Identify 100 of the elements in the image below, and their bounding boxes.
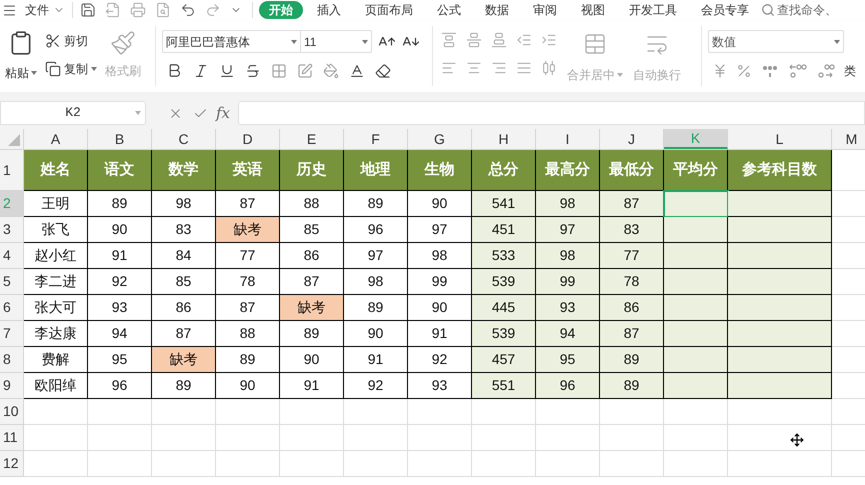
italic-icon[interactable] [193,62,209,78]
table-cell: 89 [88,191,152,217]
table-cell: 张大可 [24,295,88,321]
row-header[interactable]: 3 [0,217,24,243]
empty-cell [408,425,472,451]
eraser-icon[interactable] [375,62,391,78]
table-cell: 91 [280,373,344,399]
caret-icon [135,111,141,115]
borders-icon[interactable] [271,62,287,78]
column-header[interactable]: F [344,129,408,149]
ribbon-tab[interactable]: 数据 [475,1,519,19]
percent-icon[interactable] [736,63,752,79]
row-header[interactable]: 11 [0,425,24,451]
column-header[interactable]: I [536,129,600,149]
table-cell: 86 [280,243,344,269]
fill-color-icon[interactable] [323,62,339,78]
underline-icon[interactable] [219,62,235,78]
triangle-icon [8,134,20,146]
save-icon[interactable] [80,2,96,18]
row-header[interactable]: 7 [0,321,24,347]
category-label[interactable]: 类 [844,62,856,80]
formula-input[interactable] [238,101,865,125]
print-preview-icon[interactable] [155,2,171,18]
align-center-icon[interactable] [466,60,482,76]
align-left-icon[interactable] [441,60,457,76]
row-header[interactable]: 10 [0,399,24,425]
column-header[interactable]: L [728,129,832,149]
table-cell: 77 [216,243,280,269]
empty-cell [536,425,600,451]
table-cell: 93 [408,373,472,399]
ribbon-tab[interactable]: 开发工具 [619,1,687,19]
column-header[interactable]: E [280,129,344,149]
column-title-cell: 姓名 [24,150,88,191]
increase-decimal-icon[interactable] [788,62,808,80]
table-cell: 94 [536,321,600,347]
paste-button[interactable]: 粘贴 [5,64,37,82]
table-cell: 92 [344,373,408,399]
table-cell: 李二进 [24,269,88,295]
strikethrough-icon[interactable] [245,62,261,78]
table-cell: 89 [152,373,216,399]
table-cell: 91 [344,347,408,373]
table-cell: 95 [88,347,152,373]
function-label[interactable]: fx [216,102,230,124]
table-cell: 92 [408,347,472,373]
export-icon[interactable] [105,2,121,18]
redo-icon[interactable] [205,2,221,18]
ribbon-tab[interactable]: 页面布局 [355,1,423,19]
decrease-decimal-icon[interactable] [816,62,836,80]
table-cell: 533 [472,243,536,269]
empty-cell [664,425,728,451]
align-right-icon[interactable] [491,60,507,76]
justify-icon[interactable] [516,60,532,76]
ribbon-tab[interactable]: 视图 [571,1,615,19]
menu-icon[interactable] [2,2,17,18]
print-icon[interactable] [130,2,146,18]
search-field[interactable]: 查找命令、 [761,1,837,19]
ribbon-tab[interactable]: 会员专享 [691,1,759,19]
ribbon-tab[interactable]: 插入 [307,1,351,19]
align-bottom-icon[interactable] [491,32,507,48]
increase-indent-icon[interactable] [541,32,557,48]
row-header[interactable]: 4 [0,243,24,269]
font-color-icon[interactable] [349,62,365,78]
decrease-indent-icon[interactable] [516,32,532,48]
table-cell: 457 [472,347,536,373]
empty-cell [344,425,408,451]
column-header[interactable]: G [408,129,472,149]
table-cell: 缺考 [152,347,216,373]
column-header[interactable]: H [472,129,536,149]
column-header[interactable]: A [24,129,88,149]
number-format-select[interactable]: 数值 [708,30,844,53]
column-title-cell: 最低分 [600,150,664,191]
align-middle-icon[interactable] [466,32,482,48]
file-menu[interactable]: 文件 [25,1,65,19]
row-header[interactable]: 8 [0,347,24,373]
row-header[interactable]: 5 [0,269,24,295]
table-cell: 90 [344,321,408,347]
name-box[interactable]: K2 [0,101,146,125]
column-header[interactable]: B [88,129,152,149]
undo-icon[interactable] [180,2,196,18]
table-cell: 541 [472,191,536,217]
table-cell: 95 [536,347,600,373]
table-cell: 88 [216,321,280,347]
copy-button[interactable]: 复制 [45,60,97,78]
distribute-icon[interactable] [541,60,557,76]
column-header[interactable]: C [152,129,216,149]
column-title-cell: 数学 [152,150,216,191]
row-header[interactable]: 6 [0,295,24,321]
row-header[interactable]: 9 [0,373,24,399]
row-header[interactable]: 12 [0,451,24,477]
table-cell: 85 [152,269,216,295]
ribbon-tab[interactable]: 审阅 [523,1,567,19]
table-cell: 89 [344,295,408,321]
align-top-icon[interactable] [441,32,457,48]
table-cell: 98 [344,269,408,295]
ribbon-tab[interactable]: 公式 [427,1,471,19]
cut-button[interactable]: 剪切 [45,32,97,50]
row-header[interactable]: 1 [0,150,24,191]
column-header[interactable]: M [832,129,865,149]
column-header[interactable]: D [216,129,280,149]
cell-style-icon[interactable] [297,62,313,78]
